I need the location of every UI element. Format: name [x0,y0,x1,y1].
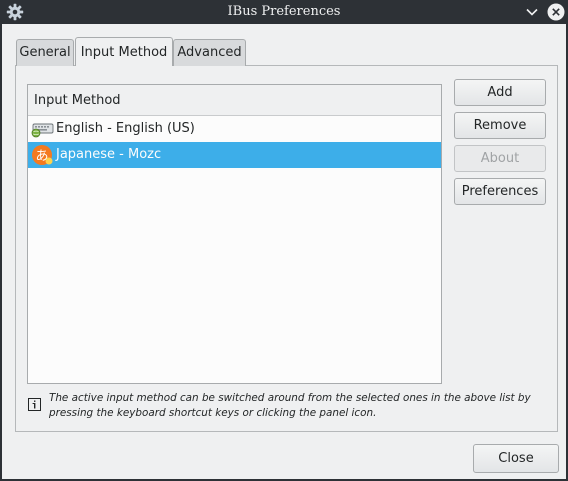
window-title: IBus Preferences [227,4,341,19]
hint-text: The active input method can be switched … [49,392,531,419]
about-button[interactable]: About [454,145,546,172]
tab-advanced[interactable]: Advanced [173,39,246,66]
list-item-label: English - English (US) [56,121,195,136]
keyboard-icon [31,123,54,138]
tab-input-method[interactable]: Input Method [75,37,173,66]
list-item-label: Japanese - Mozc [56,147,162,162]
title-bar[interactable]: IBus Preferences [0,0,568,24]
preferences-button[interactable]: Preferences [454,178,546,205]
chevron-down-icon[interactable] [523,3,541,21]
add-button[interactable]: Add [454,79,546,106]
list-column-header[interactable]: Input Method [28,85,441,116]
close-icon[interactable] [547,3,565,21]
info-icon [28,398,41,411]
list-item-japanese[interactable]: あ Japanese - Mozc [28,142,441,168]
list-item-english[interactable]: English - English (US) [28,116,441,142]
input-method-list[interactable]: Input Method English - English (US) あ Ja… [27,84,442,384]
close-button[interactable]: Close [473,444,559,473]
mozc-icon: あ [32,145,53,165]
remove-button[interactable]: Remove [454,112,546,139]
tab-general[interactable]: General [16,39,74,66]
